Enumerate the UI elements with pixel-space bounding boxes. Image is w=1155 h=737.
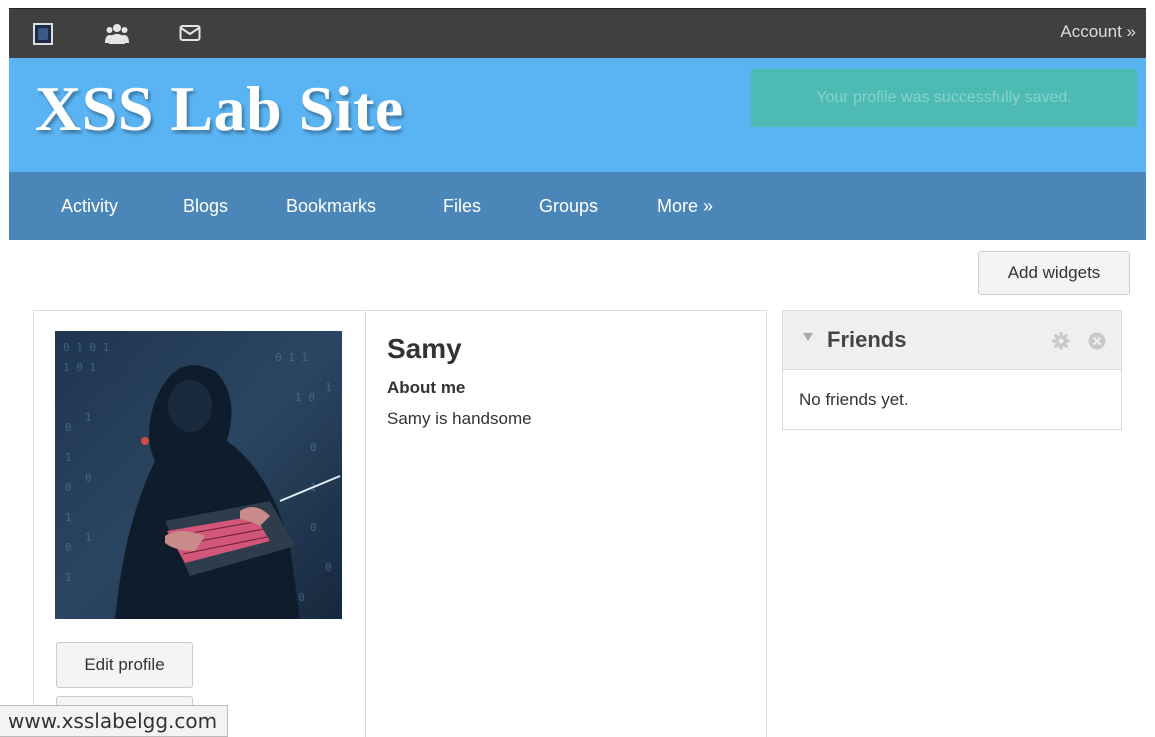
svg-text:0: 0 bbox=[65, 421, 72, 434]
svg-text:0: 0 bbox=[310, 521, 317, 534]
collapse-icon[interactable] bbox=[803, 333, 813, 341]
profile-divider bbox=[365, 310, 366, 737]
nav-item-files[interactable]: Files bbox=[443, 196, 481, 217]
friends-widget-title: Friends bbox=[827, 327, 907, 352]
nav-item-groups[interactable]: Groups bbox=[539, 196, 598, 217]
svg-text:1: 1 bbox=[85, 411, 92, 424]
main-nav: Activity Blogs Bookmarks Files Groups Mo… bbox=[9, 172, 1146, 240]
site-logo-icon[interactable] bbox=[33, 23, 53, 45]
svg-text:0: 0 bbox=[310, 441, 317, 454]
svg-text:0 1 1: 0 1 1 bbox=[275, 351, 308, 364]
add-widgets-button[interactable]: Add widgets bbox=[978, 251, 1130, 295]
svg-text:0: 0 bbox=[85, 471, 92, 484]
about-me-label: About me bbox=[387, 378, 466, 397]
status-bar-url: www.xsslabelgg.com bbox=[0, 705, 229, 737]
svg-text:0: 0 bbox=[325, 561, 332, 574]
site-header: XSS Lab Site Your profile was successful… bbox=[9, 58, 1146, 172]
nav-item-activity[interactable]: Activity bbox=[61, 196, 118, 217]
svg-text:1: 1 bbox=[85, 531, 92, 544]
svg-text:1: 1 bbox=[65, 451, 72, 464]
profile-name: Samy bbox=[387, 333, 462, 364]
messages-icon[interactable] bbox=[179, 23, 201, 45]
gear-icon[interactable] bbox=[1051, 331, 1071, 356]
browser-viewport: Account » XSS Lab Site Your profile was … bbox=[0, 0, 1155, 737]
svg-text:1: 1 bbox=[65, 571, 72, 584]
svg-text:1: 1 bbox=[325, 381, 332, 394]
svg-text:0 1 0 1: 0 1 0 1 bbox=[63, 341, 109, 354]
nav-item-blogs[interactable]: Blogs bbox=[183, 196, 228, 217]
topbar: Account » bbox=[9, 8, 1146, 58]
svg-text:0: 0 bbox=[65, 481, 72, 494]
account-menu[interactable]: Account » bbox=[1060, 22, 1136, 42]
about-me-text: Samy is handsome bbox=[387, 409, 532, 428]
friends-widget: Friends No friends yet. bbox=[782, 310, 1122, 430]
svg-text:0: 0 bbox=[65, 541, 72, 554]
friends-empty-text: No friends yet. bbox=[799, 390, 909, 409]
nav-item-bookmarks[interactable]: Bookmarks bbox=[286, 196, 376, 217]
friends-widget-header[interactable]: Friends bbox=[783, 311, 1121, 370]
avatar[interactable]: 0 1 0 11 0 1 010 101 101 0 1 11 0 010 10… bbox=[55, 331, 342, 619]
success-notice[interactable]: Your profile was successfully saved. bbox=[751, 69, 1137, 127]
edit-profile-button[interactable]: Edit profile bbox=[56, 642, 193, 688]
friends-icon[interactable] bbox=[105, 23, 129, 45]
svg-text:1: 1 bbox=[65, 511, 72, 524]
close-icon[interactable] bbox=[1087, 331, 1107, 356]
svg-text:1 0: 1 0 bbox=[295, 391, 315, 404]
nav-item-more[interactable]: More » bbox=[657, 196, 713, 217]
svg-text:1 0 1: 1 0 1 bbox=[63, 361, 96, 374]
site-title[interactable]: XSS Lab Site bbox=[35, 72, 404, 146]
